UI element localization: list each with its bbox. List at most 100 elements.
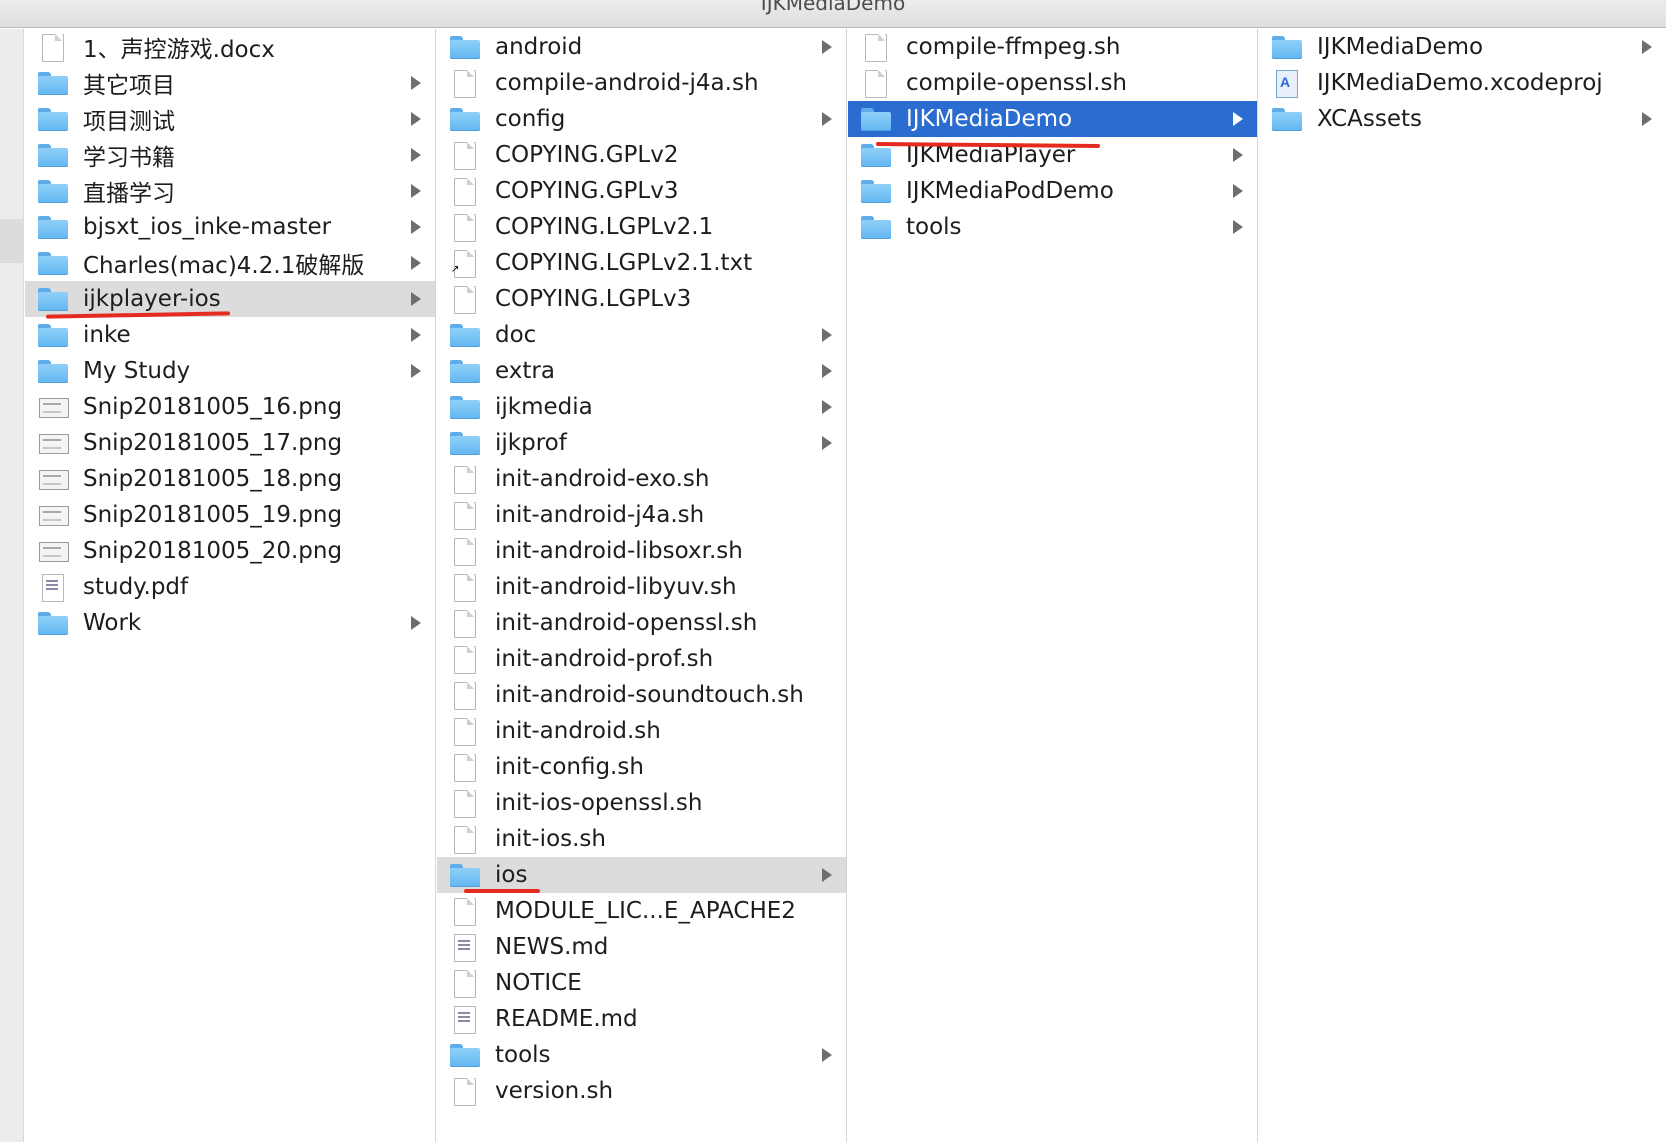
disclosure-arrow-icon[interactable]: [822, 868, 832, 882]
folder-row[interactable]: XCAssets: [1259, 101, 1666, 137]
folder-row[interactable]: bjsxt_ios_inke-master: [25, 209, 435, 245]
file-row[interactable]: 1、声控游戏.docx: [25, 29, 435, 65]
file-row[interactable]: NOTICE: [437, 965, 846, 1001]
column-4[interactable]: IJKMediaDemo IJKMediaDemo.xcodeproj XCAsse…: [1259, 29, 1666, 1142]
file-row[interactable]: Snip20181005_18.png: [25, 461, 435, 497]
disclosure-arrow-icon[interactable]: [411, 328, 421, 342]
file-row[interactable]: compile-android-j4a.sh: [437, 65, 846, 101]
folder-row[interactable]: 项目测试: [25, 101, 435, 137]
folder-row[interactable]: 学习书籍: [25, 137, 435, 173]
file-row[interactable]: README.md: [437, 1001, 846, 1037]
file-row[interactable]: init-android-soundtouch.sh: [437, 677, 846, 713]
file-row[interactable]: init-android-prof.sh: [437, 641, 846, 677]
folder-icon: [37, 610, 69, 636]
disclosure-arrow-icon[interactable]: [822, 400, 832, 414]
folder-row[interactable]: IJKMediaDemo: [848, 101, 1257, 137]
doc-icon: [449, 286, 481, 314]
file-row[interactable]: Snip20181005_19.png: [25, 497, 435, 533]
disclosure-arrow-icon[interactable]: [1642, 112, 1652, 126]
disclosure-arrow-icon[interactable]: [822, 1048, 832, 1062]
file-row[interactable]: ↗ COPYING.LGPLv2.1.txt: [437, 245, 846, 281]
folder-row[interactable]: 其它项目: [25, 65, 435, 101]
column-1[interactable]: 1、声控游戏.docx 其它项目 项目测试 学习书籍 直播学习 bjsxt_ios_ink…: [25, 29, 436, 1142]
folder-icon: [37, 286, 69, 312]
folder-row[interactable]: tools: [848, 209, 1257, 245]
item-name: doc: [495, 322, 537, 348]
file-row[interactable]: init-android-libyuv.sh: [437, 569, 846, 605]
folder-row[interactable]: Charles(mac)4.2.1破解版: [25, 245, 435, 281]
disclosure-arrow-icon[interactable]: [822, 40, 832, 54]
folder-row[interactable]: My Study: [25, 353, 435, 389]
folder-row[interactable]: android: [437, 29, 846, 65]
disclosure-arrow-icon[interactable]: [411, 76, 421, 90]
file-row[interactable]: init-config.sh: [437, 749, 846, 785]
item-name: NOTICE: [495, 970, 582, 996]
folder-row[interactable]: inke: [25, 317, 435, 353]
window-titlebar[interactable]: IJKMediaDemo: [0, 0, 1666, 28]
file-row[interactable]: init-ios.sh: [437, 821, 846, 857]
folder-row[interactable]: ijkprof: [437, 425, 846, 461]
file-row[interactable]: MODULE_LIC...E_APACHE2: [437, 893, 846, 929]
folder-row[interactable]: tools: [437, 1037, 846, 1073]
file-row[interactable]: init-ios-openssl.sh: [437, 785, 846, 821]
disclosure-arrow-icon[interactable]: [822, 112, 832, 126]
disclosure-arrow-icon[interactable]: [411, 184, 421, 198]
file-row[interactable]: init-android-j4a.sh: [437, 497, 846, 533]
folder-row[interactable]: ijkmedia: [437, 389, 846, 425]
disclosure-arrow-icon[interactable]: [822, 328, 832, 342]
disclosure-arrow-icon[interactable]: [1233, 220, 1243, 234]
file-row[interactable]: COPYING.LGPLv3: [437, 281, 846, 317]
file-row[interactable]: COPYING.GPLv2: [437, 137, 846, 173]
folder-icon: [37, 106, 69, 132]
disclosure-arrow-icon[interactable]: [411, 148, 421, 162]
folder-row[interactable]: extra: [437, 353, 846, 389]
file-row[interactable]: COPYING.LGPLv2.1: [437, 209, 846, 245]
file-row[interactable]: init-android-openssl.sh: [437, 605, 846, 641]
disclosure-arrow-icon[interactable]: [822, 364, 832, 378]
item-name: Charles(mac)4.2.1破解版: [83, 253, 365, 279]
item-name: extra: [495, 358, 555, 384]
item-name: ijkmedia: [495, 394, 593, 420]
folder-row[interactable]: config: [437, 101, 846, 137]
folder-icon: [449, 1042, 481, 1068]
file-row[interactable]: Snip20181005_16.png: [25, 389, 435, 425]
file-row[interactable]: COPYING.GPLv3: [437, 173, 846, 209]
folder-row[interactable]: IJKMediaDemo: [1259, 29, 1666, 65]
disclosure-arrow-icon[interactable]: [1233, 184, 1243, 198]
disclosure-arrow-icon[interactable]: [411, 364, 421, 378]
item-name: My Study: [83, 358, 191, 384]
disclosure-arrow-icon[interactable]: [1233, 112, 1243, 126]
folder-row[interactable]: ios: [437, 857, 846, 893]
file-row[interactable]: study.pdf: [25, 569, 435, 605]
file-row[interactable]: version.sh: [437, 1073, 846, 1109]
doc-icon: [449, 610, 481, 638]
item-name: tools: [495, 1042, 551, 1068]
file-row[interactable]: compile-openssl.sh: [848, 65, 1257, 101]
disclosure-arrow-icon[interactable]: [411, 220, 421, 234]
file-row[interactable]: init-android-libsoxr.sh: [437, 533, 846, 569]
disclosure-arrow-icon[interactable]: [411, 292, 421, 306]
folder-row[interactable]: 直播学习: [25, 173, 435, 209]
file-row[interactable]: IJKMediaDemo.xcodeproj: [1259, 65, 1666, 101]
disclosure-arrow-icon[interactable]: [411, 256, 421, 270]
disclosure-arrow-icon[interactable]: [1233, 148, 1243, 162]
disclosure-arrow-icon[interactable]: [1642, 40, 1652, 54]
folder-row[interactable]: IJKMediaPodDemo: [848, 173, 1257, 209]
column-2[interactable]: android compile-android-j4a.sh config COPYI…: [437, 29, 847, 1142]
item-name: init-android-exo.sh: [495, 466, 710, 492]
file-row[interactable]: init-android-exo.sh: [437, 461, 846, 497]
disclosure-arrow-icon[interactable]: [411, 616, 421, 630]
column-3[interactable]: compile-ffmpeg.sh compile-openssl.sh IJKMe…: [848, 29, 1258, 1142]
doc-icon: [449, 142, 481, 170]
folder-icon: [860, 178, 892, 204]
disclosure-arrow-icon[interactable]: [822, 436, 832, 450]
file-row[interactable]: init-android.sh: [437, 713, 846, 749]
file-row[interactable]: NEWS.md: [437, 929, 846, 965]
folder-row[interactable]: ijkplayer-ios: [25, 281, 435, 317]
file-row[interactable]: Snip20181005_20.png: [25, 533, 435, 569]
folder-row[interactable]: doc: [437, 317, 846, 353]
folder-row[interactable]: Work: [25, 605, 435, 641]
file-row[interactable]: compile-ffmpeg.sh: [848, 29, 1257, 65]
disclosure-arrow-icon[interactable]: [411, 112, 421, 126]
file-row[interactable]: Snip20181005_17.png: [25, 425, 435, 461]
